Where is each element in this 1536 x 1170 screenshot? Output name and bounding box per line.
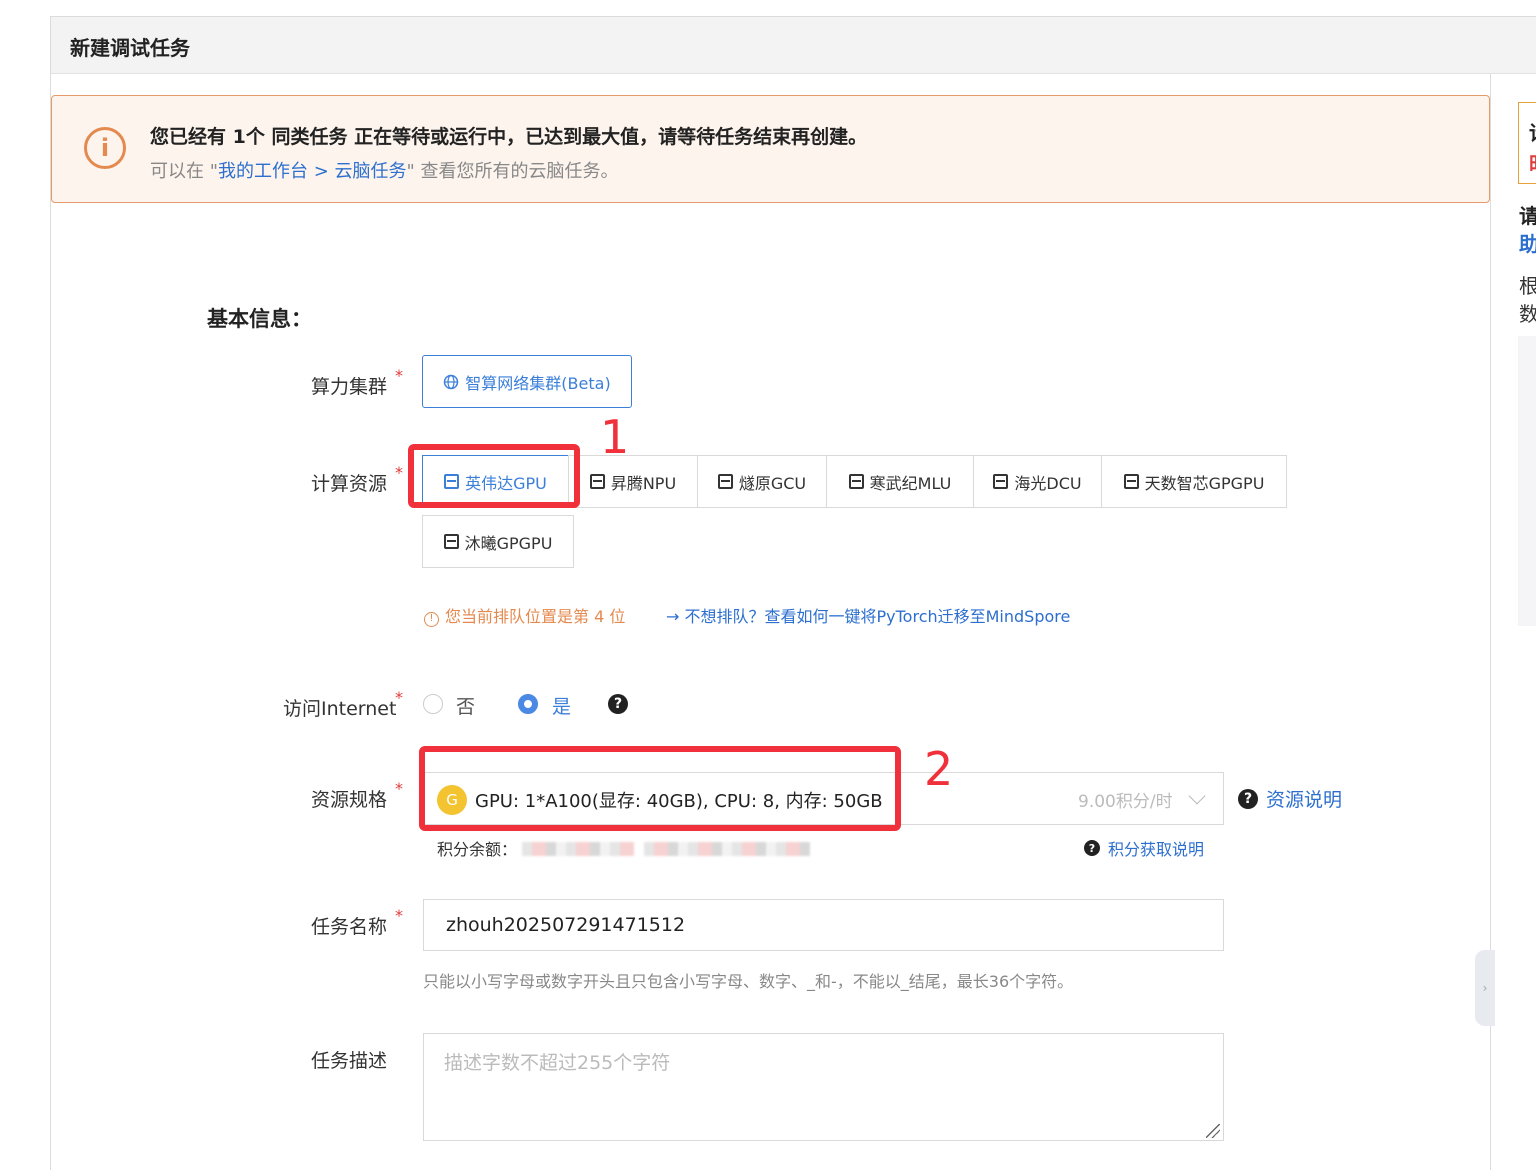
task-name-input[interactable] [423, 899, 1224, 951]
cluster-option-zhisuan[interactable]: 智算网络集群(Beta) [422, 355, 632, 408]
arrow-right-icon: → [666, 607, 685, 626]
redacted-balance [644, 842, 810, 856]
cluster-label: 算力集群 * [311, 366, 403, 398]
right-panel-notice: 请 时 [1518, 102, 1536, 184]
chevron-right-icon: › [1482, 981, 1488, 995]
right-panel-text: 根 [1519, 274, 1536, 298]
alert-title: 您已经有 1个 同类任务 正在等待或运行中，已达到最大值，请等待任务结束再创建。 [150, 126, 868, 148]
help-icon[interactable]: ? [608, 694, 628, 714]
globe-icon [444, 374, 459, 389]
annotation-number-1: 1 [600, 410, 630, 464]
internet-no-label: 否 [456, 696, 476, 718]
compute-label: 计算资源 * [311, 463, 403, 495]
spec-label: 资源规格 * [311, 779, 403, 811]
alert-circle-icon: ! [424, 612, 439, 627]
internet-label: 访问Internet * [283, 688, 403, 720]
info-icon: i [84, 127, 126, 169]
spec-price: 9.00积分/时 [1078, 792, 1173, 812]
task-desc-label: 任务描述 [311, 1050, 388, 1072]
queue-position-info: ! 您当前排队位置是第 4 位 [424, 603, 625, 627]
right-panel-link[interactable]: 助 [1519, 228, 1536, 257]
compute-option-hygon-dcu[interactable]: 海光DCU [973, 455, 1102, 508]
workbench-link[interactable]: 我的工作台 > 云脑任务 [218, 161, 407, 182]
task-name-label: 任务名称 * [311, 906, 403, 938]
help-icon: ? [1084, 840, 1100, 856]
collapse-panel-handle[interactable]: › [1475, 950, 1495, 1026]
compute-option-metax-gpgpu[interactable]: 沐曦GPGPU [422, 515, 574, 568]
right-panel-text: 请 [1519, 204, 1536, 228]
points-balance: 积分余额： [437, 840, 518, 859]
right-panel-text: 时 [1529, 148, 1536, 177]
left-gutter [0, 0, 50, 1170]
server-icon [1123, 474, 1139, 489]
server-icon [993, 474, 1009, 489]
internet-no-radio[interactable] [423, 694, 443, 714]
redacted-balance [522, 842, 634, 856]
migration-guide-link[interactable]: → 不想排队？查看如何一键将PyTorch迁移至MindSpore [666, 603, 1070, 627]
annotation-box-2 [419, 746, 901, 831]
annotation-number-2: 2 [924, 742, 954, 796]
server-icon [589, 474, 605, 489]
internet-yes-radio[interactable] [518, 694, 538, 714]
warning-alert [51, 95, 1490, 203]
page-title: 新建调试任务 [70, 36, 190, 60]
points-guide-link[interactable]: ? 积分获取说明 [1084, 836, 1204, 860]
annotation-box-1 [408, 444, 580, 508]
compute-option-enflame-gcu[interactable]: 燧原GCU [697, 455, 827, 508]
server-icon [717, 474, 733, 489]
right-panel-content [1518, 336, 1536, 626]
right-panel-text: 请 [1529, 117, 1536, 146]
resize-handle-icon[interactable] [1206, 1124, 1220, 1138]
help-icon: ? [1238, 788, 1258, 809]
resource-explain-link[interactable]: ? 资源说明 [1238, 785, 1342, 812]
header-bar [51, 17, 1536, 74]
compute-option-iluvatar-gpgpu[interactable]: 天数智芯GPGPU [1101, 455, 1287, 508]
alert-subtitle: 可以在 "我的工作台 > 云脑任务" 查看您所有的云脑任务。 [150, 161, 619, 182]
compute-option-ascend-npu[interactable]: 昇腾NPU [568, 455, 698, 508]
right-panel-text: 数 [1519, 302, 1536, 326]
task-desc-textarea[interactable] [423, 1033, 1224, 1141]
server-icon [848, 474, 864, 489]
task-name-hint: 只能以小写字母或数字开头且只包含小写字母、数字、_和-，不能以_结尾，最长36个… [423, 972, 1074, 991]
internet-yes-label: 是 [552, 696, 572, 718]
section-title: 基本信息： [207, 307, 312, 331]
compute-option-cambricon-mlu[interactable]: 寒武纪MLU [826, 455, 974, 508]
server-icon [443, 534, 459, 549]
